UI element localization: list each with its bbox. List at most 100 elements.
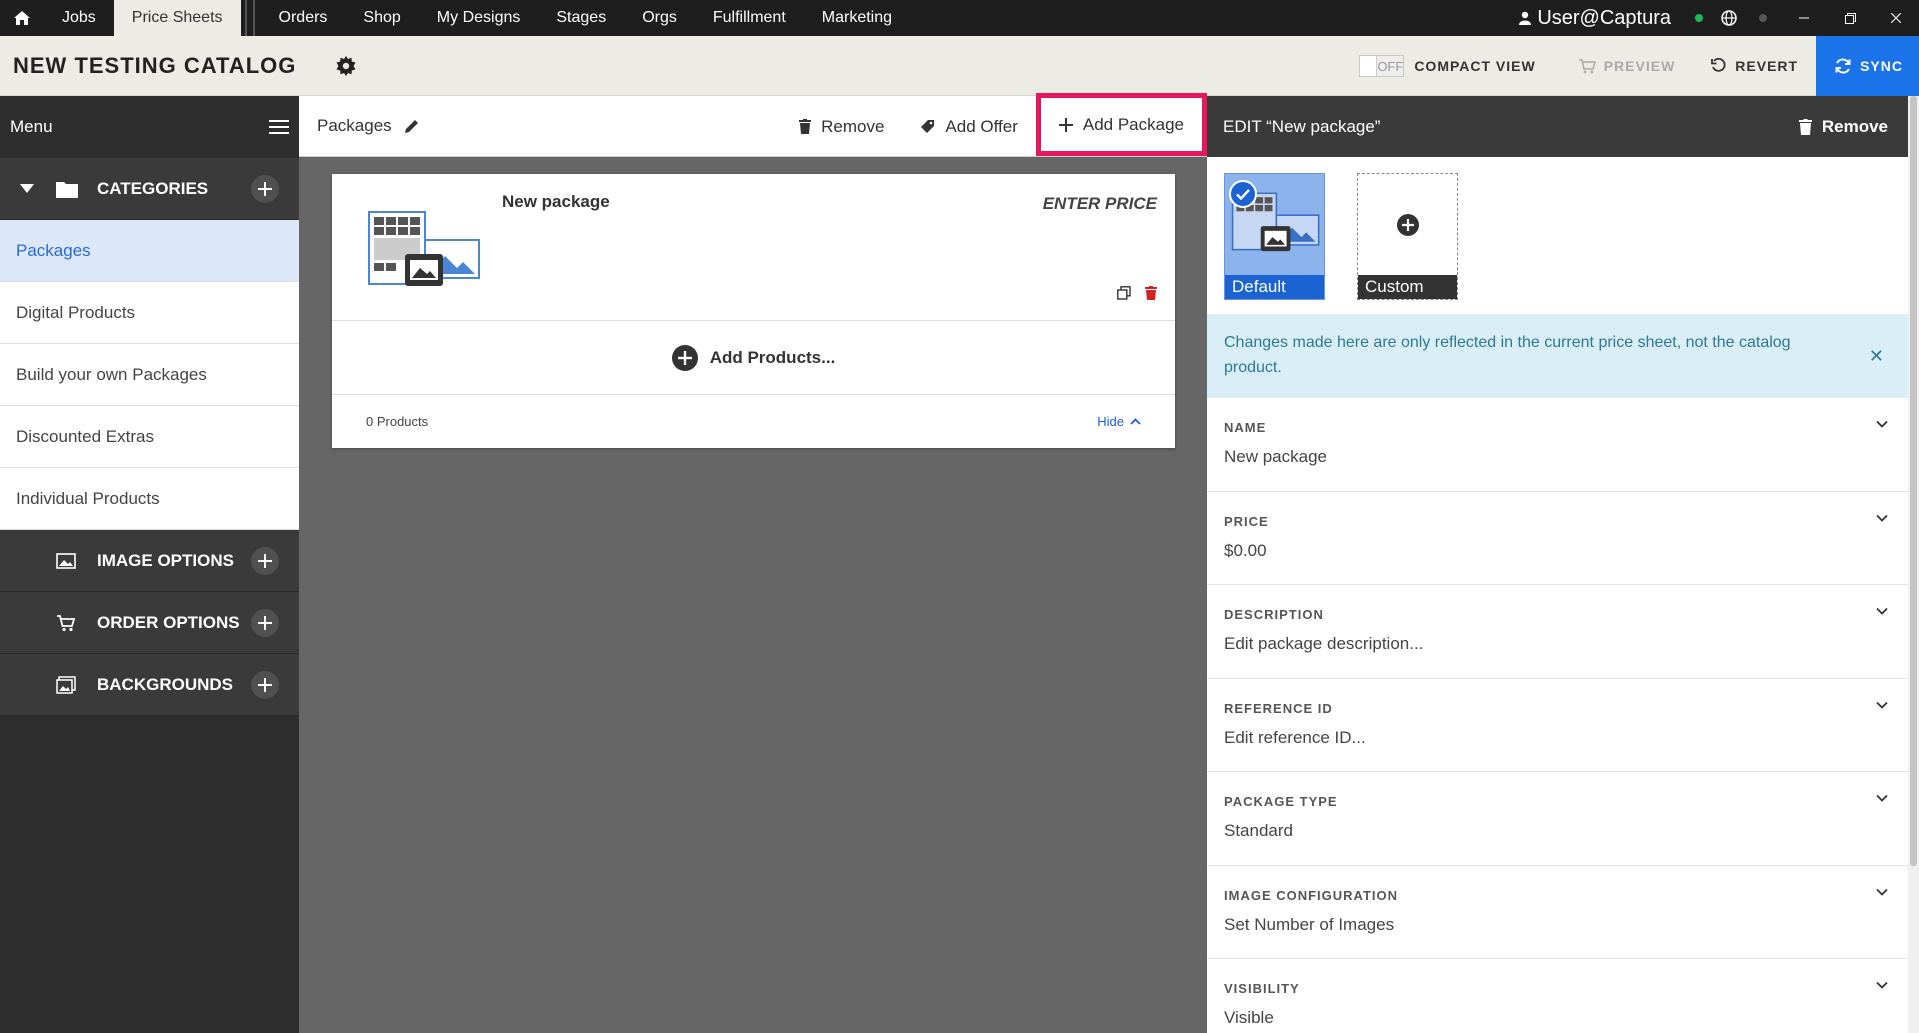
backgrounds-label: BACKGROUNDS [97,674,233,694]
nav-shop[interactable]: Shop [345,0,418,36]
packages-toolbar: Packages Remove Add Offer Add Package [299,93,1207,157]
hide-label: Hide [1097,413,1124,429]
nav-fulfillment[interactable]: Fulfillment [695,0,804,36]
nav-orgs[interactable]: Orgs [624,0,695,36]
remove-button[interactable]: Remove [781,96,902,157]
add-package-label: Add Package [1082,114,1184,134]
chevron-down-icon[interactable] [1876,701,1888,709]
add-order-option-icon[interactable] [251,608,279,637]
sidebar-item-discounted-extras[interactable]: Discounted Extras [0,406,299,468]
tag-icon [921,120,935,133]
field-visibility[interactable]: VISIBILITY Visible [1207,959,1908,1033]
restore-icon[interactable] [1827,0,1873,36]
plus-circle-icon [1397,214,1419,236]
chevron-down-icon[interactable] [1876,514,1888,522]
sidebar-item-digital-products[interactable]: Digital Products [0,282,299,344]
add-image-option-icon[interactable] [251,546,279,575]
field-reference-id[interactable]: REFERENCE ID Edit reference ID... [1207,679,1908,772]
order-options-section[interactable]: ORDER OPTIONS [0,592,299,654]
top-nav: Jobs Price Sheets Orders Shop My Designs… [0,0,1919,36]
revert-button[interactable]: REVERT [1693,36,1816,96]
pencil-icon[interactable] [404,119,419,134]
field-name-value: New package [1224,447,1328,466]
compact-view-label: COMPACT VIEW [1414,58,1536,74]
backgrounds-section[interactable]: BACKGROUNDS [0,654,299,716]
compact-view-toggle[interactable]: OFF [1359,55,1405,77]
add-offer-button[interactable]: Add Offer [902,96,1035,157]
categories-section[interactable]: CATEGORIES [0,158,299,220]
undo-icon [1711,58,1726,72]
scrollbar-thumb[interactable] [1910,96,1917,866]
package-price-placeholder[interactable]: ENTER PRICE [1043,194,1157,214]
checkmark-icon [1229,180,1257,208]
caret-down-icon[interactable] [20,184,34,193]
field-description[interactable]: DESCRIPTION Edit package description... [1207,585,1908,679]
product-count: 0 Products [366,413,429,429]
minimize-icon[interactable] [1781,0,1827,36]
home-icon[interactable] [0,0,44,36]
sidebar-item-build-your-own-packages[interactable]: Build your own Packages [0,344,299,406]
breadcrumb: Packages [299,116,419,136]
folder-icon [56,181,78,198]
sidebar-item-individual-products[interactable]: Individual Products [0,468,299,530]
image-option-default[interactable]: Default [1224,173,1325,300]
cart-icon [1578,59,1596,74]
image-option-custom-label: Custom [1358,275,1457,299]
field-reference-id-value: Edit reference ID... [1224,727,1366,747]
delete-icon[interactable] [1145,286,1157,300]
chevron-up-icon [1130,417,1141,425]
chevron-down-icon[interactable] [1876,888,1888,896]
nav-orders[interactable]: Orders [261,0,346,36]
nav-price-sheets[interactable]: Price Sheets [113,0,241,36]
nav-marketing[interactable]: Marketing [804,0,910,36]
globe-icon[interactable] [1721,10,1737,26]
image-options-label: IMAGE OPTIONS [97,550,234,570]
image-option-custom[interactable]: Custom [1357,173,1458,300]
hide-button[interactable]: Hide [1097,414,1141,429]
chevron-down-icon[interactable] [1876,794,1888,802]
nav-stages[interactable]: Stages [538,0,624,36]
field-name[interactable]: NAME New package [1207,398,1908,492]
add-package-button[interactable]: Add Package [1035,93,1207,156]
plus-circle-icon [671,344,698,371]
field-price[interactable]: PRICE $0.00 [1207,492,1908,585]
chevron-down-icon[interactable] [1876,420,1888,428]
user-menu[interactable]: User@Captura [1519,7,1695,30]
add-category-icon[interactable] [251,174,279,203]
image-options-section[interactable]: IMAGE OPTIONS [0,530,299,592]
catalog-header: NEW TESTING CATALOG OFF COMPACT VIEW PRE… [0,36,1919,96]
field-package-type-value: Standard [1224,821,1293,840]
sidebar-item-packages[interactable]: Packages [0,220,299,282]
nav-my-designs[interactable]: My Designs [419,0,539,36]
panel-scrollbar[interactable] [1908,96,1919,1033]
close-window-icon[interactable] [1873,0,1919,36]
hamburger-icon[interactable] [269,119,289,135]
close-icon[interactable]: ✕ [1869,344,1884,369]
package-card-top[interactable]: New package ENTER PRICE [332,174,1175,321]
add-offer-label: Add Offer [945,116,1018,136]
field-image-configuration[interactable]: IMAGE CONFIGURATION Set Number of Images [1207,866,1908,959]
nav-divider [244,0,255,36]
panel-remove-label: Remove [1821,116,1888,136]
preview-button[interactable]: PREVIEW [1560,36,1694,96]
field-price-label: PRICE [1224,513,1269,529]
package-card: New package ENTER PRICE Add Products... … [332,174,1175,448]
field-description-value: Edit package description... [1224,634,1424,653]
trash-icon [1798,118,1812,135]
backgrounds-icon [56,675,76,694]
info-notice-text: Changes made here are only reflected in … [1224,334,1791,376]
duplicate-icon[interactable] [1117,286,1131,300]
image-option-default-label: Default [1225,275,1324,299]
add-background-icon[interactable] [251,670,279,699]
add-products-button[interactable]: Add Products... [332,321,1175,395]
remove-label: Remove [821,116,885,136]
panel-remove-button[interactable]: Remove [1798,116,1888,137]
chevron-down-icon[interactable] [1876,607,1888,615]
field-package-type[interactable]: PACKAGE TYPE Standard [1207,772,1908,866]
field-price-value: $0.00 [1224,540,1267,560]
nav-jobs[interactable]: Jobs [44,0,114,36]
toolbar-actions: Remove Add Offer Add Package [781,93,1207,157]
gear-icon[interactable] [336,55,356,76]
sync-button[interactable]: SYNC [1816,36,1919,96]
chevron-down-icon[interactable] [1876,981,1888,989]
